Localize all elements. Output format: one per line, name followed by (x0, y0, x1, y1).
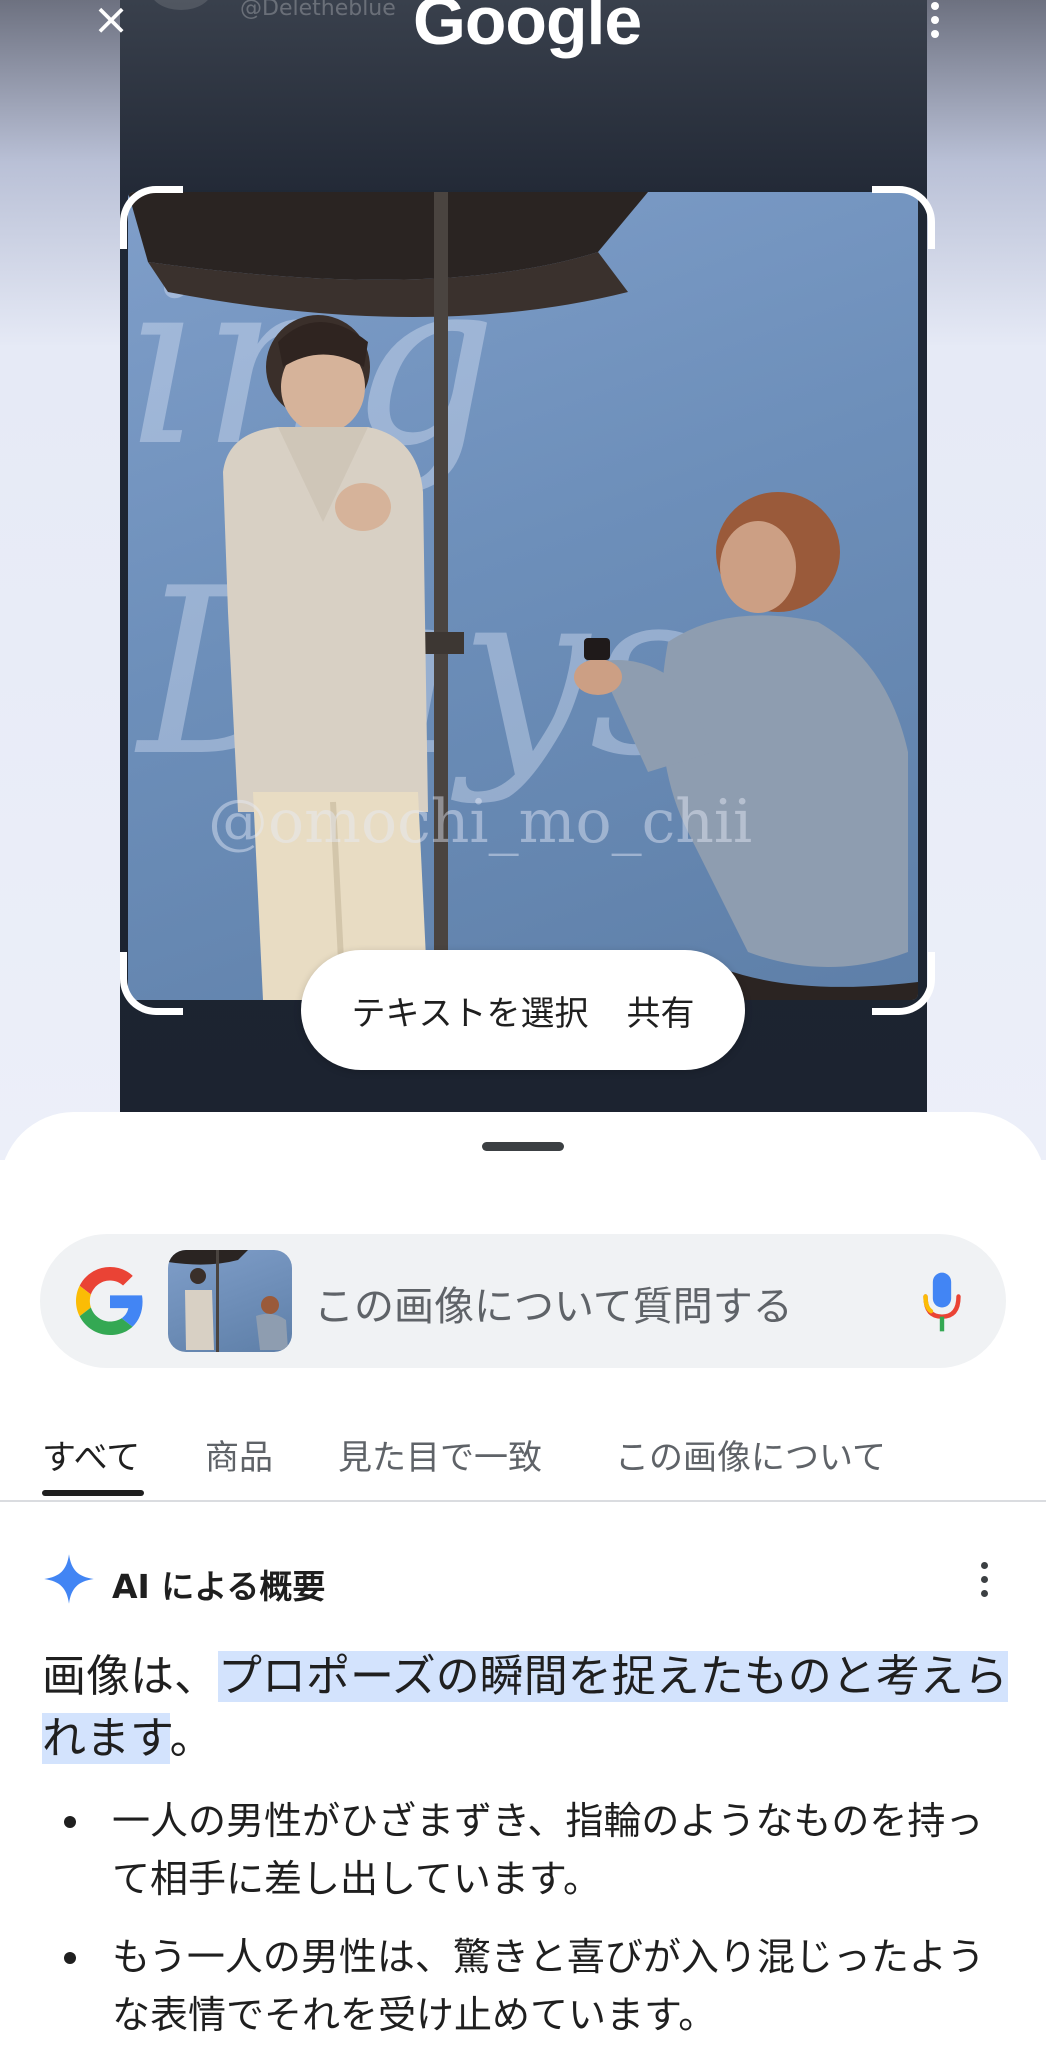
summary-suffix: 。 (169, 1713, 214, 1764)
bullet-dot (64, 1816, 76, 1828)
ai-overview-title: AI による概要 (112, 1567, 326, 1606)
svg-text:@omochi_mo_chii: @omochi_mo_chii (208, 787, 752, 857)
ai-overview-bullets: 一人の男性がひざまずき、指輪のようなものを持って相手に差し出しています。 もう一… (58, 1792, 998, 2048)
sparkle-icon (44, 1554, 94, 1604)
mic-icon[interactable] (920, 1270, 964, 1334)
active-tab-indicator (42, 1490, 144, 1496)
bullet-dot (64, 1952, 76, 1964)
list-item: もう一人の男性は、驚きと喜びが入り混じったような表情でそれを受け止めています。 (58, 1928, 998, 2044)
photo-illustration: ing Days @omochi_mo_chii (128, 192, 918, 1000)
google-logo: Google (413, 0, 642, 59)
ai-overview-header: AI による概要 (42, 1552, 1002, 1608)
more-vert-icon[interactable] (924, 0, 946, 44)
google-g-icon (76, 1267, 143, 1335)
list-item: 一人の男性がひざまずき、指輪のようなものを持って相手に差し出しています。 (58, 1792, 998, 1908)
google-lens-screen: @Deletheblue ing Days (0, 0, 1046, 2048)
selected-image-region[interactable]: ing Days @omochi_mo_chii (128, 192, 918, 1000)
tab-all[interactable]: すべて (42, 1430, 140, 1479)
ai-overview-more-icon[interactable] (976, 1558, 992, 1602)
tab-about-this-image[interactable]: この画像について (615, 1430, 886, 1479)
tab-visual-matches[interactable]: 見た目で一致 (338, 1430, 542, 1479)
result-tabs: すべて 商品 見た目で一致 この画像について (0, 1402, 1046, 1502)
sheet-drag-handle[interactable] (482, 1142, 564, 1151)
ghost-handle: @Deletheblue (240, 0, 396, 21)
image-actions-pill: テキストを選択 共有 (301, 950, 745, 1070)
query-image-thumbnail[interactable] (168, 1250, 292, 1352)
search-input[interactable]: この画像について質問する (314, 1274, 793, 1332)
results-sheet: この画像について質問する すべて 商品 見た目で一致 この画像について AI に… (0, 1112, 1046, 2048)
search-bar[interactable]: この画像について質問する (40, 1234, 1006, 1368)
tab-products[interactable]: 商品 (205, 1430, 273, 1479)
select-text-button[interactable]: テキストを選択 (352, 986, 589, 1035)
ai-overview-summary: 画像は、プロポーズの瞬間を捉えたものと考えられます。 (42, 1646, 1008, 1770)
close-icon[interactable]: × (88, 0, 134, 42)
summary-prefix: 画像は、 (42, 1651, 218, 1702)
share-button[interactable]: 共有 (626, 986, 694, 1035)
